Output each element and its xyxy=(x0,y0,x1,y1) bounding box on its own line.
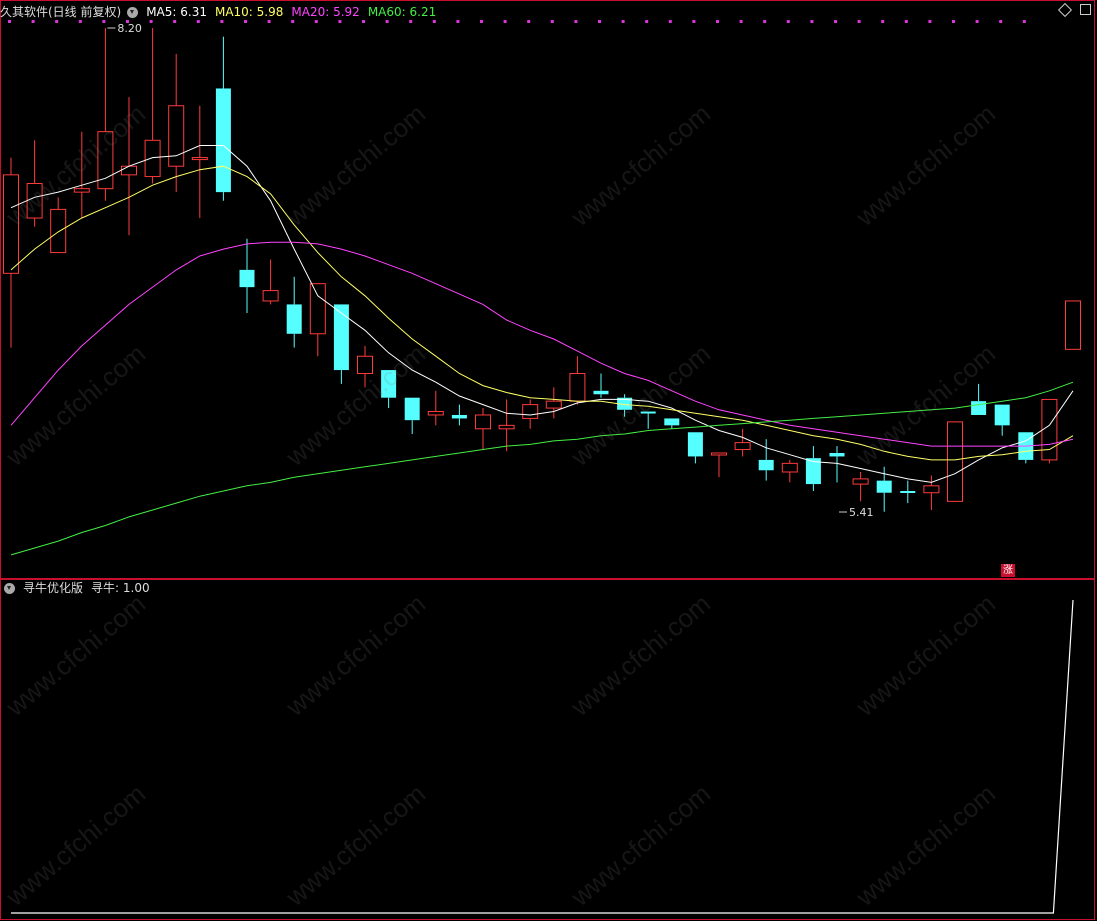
diamond-icon[interactable] xyxy=(1057,2,1073,17)
candle-body-down xyxy=(829,452,845,457)
marker-dot xyxy=(786,20,790,23)
candle-body-up xyxy=(711,452,727,456)
marker-dot xyxy=(975,20,979,23)
indicator-value: 寻牛: 1.00 xyxy=(91,581,150,595)
candle-body-up xyxy=(3,174,19,274)
ma10-label: MA10: 5.98 xyxy=(214,5,284,19)
candle-body-down xyxy=(664,418,680,426)
marker-dot xyxy=(739,20,743,23)
marker-dot xyxy=(550,20,554,23)
marker-dot xyxy=(1022,20,1026,23)
candle-body-down xyxy=(900,490,916,493)
candle-body-down xyxy=(994,404,1010,426)
chart-stage[interactable]: 8.20 5.41 久其软件(日线 前复权) MA5: 6.31 MA10: 5.… xyxy=(0,0,1097,921)
marker-dot xyxy=(810,20,814,23)
main-header: 久其软件(日线 前复权) MA5: 6.31 MA10: 5.98 MA20: … xyxy=(0,2,444,22)
marker-dot xyxy=(503,20,507,23)
candle-body-up xyxy=(1041,398,1058,461)
candle-body-down xyxy=(758,459,774,471)
marker-dot xyxy=(763,20,767,23)
candle-body-up xyxy=(191,157,208,161)
marker-dot xyxy=(527,20,531,23)
marker-dot xyxy=(904,20,908,23)
marker-dot xyxy=(716,20,719,23)
series-ma5-line xyxy=(10,145,1074,483)
candle-body-down xyxy=(971,401,987,415)
candle-body-up xyxy=(475,414,491,430)
marker-dot xyxy=(952,20,955,23)
maximize-icon[interactable] xyxy=(1080,4,1091,15)
candle-body-down xyxy=(593,390,609,395)
marker-dot xyxy=(834,20,837,23)
marker-dot xyxy=(598,20,601,23)
marker-dot xyxy=(881,20,885,23)
marker-dot xyxy=(857,20,861,23)
chevron-down-icon[interactable] xyxy=(4,582,15,594)
window-controls xyxy=(1057,2,1091,17)
marker-dot xyxy=(668,20,672,23)
ma60-label: MA60: 6.21 xyxy=(367,5,437,19)
candle-body-down xyxy=(876,480,892,493)
marker-dot xyxy=(621,20,625,23)
candle-body-up xyxy=(569,373,586,402)
marker-dot xyxy=(645,20,649,23)
candle-body-up xyxy=(923,485,940,494)
series-ma20-line xyxy=(10,241,1074,447)
candle-body-down xyxy=(215,88,231,193)
ma5-label: MA5: 6.31 xyxy=(146,5,207,19)
candle-body-up xyxy=(73,188,90,193)
candle-body-up xyxy=(947,421,963,502)
candle-body-down xyxy=(451,414,467,419)
marker-dot xyxy=(692,20,696,23)
candle-body-down xyxy=(687,432,703,457)
candlestick-chart[interactable]: 8.20 5.41 xyxy=(0,0,1097,921)
annotation-label: 8.20 xyxy=(117,22,141,35)
ma20-label: MA20: 5.92 xyxy=(291,5,360,19)
candle-body-up xyxy=(734,442,751,451)
candle-body-up xyxy=(168,105,185,167)
candle-body-up xyxy=(357,355,373,375)
candle-body-down xyxy=(286,304,302,334)
candle-body-down xyxy=(381,370,397,398)
candle-body-down xyxy=(640,411,656,414)
series-xunniu-line xyxy=(11,599,1074,914)
annotation-label: 5.41 xyxy=(849,506,874,519)
series-ma10-line xyxy=(10,165,1074,461)
candle-body-up xyxy=(427,411,444,416)
chevron-down-icon[interactable] xyxy=(127,6,139,18)
marker-dot xyxy=(928,20,932,23)
candle-body-down xyxy=(404,397,420,421)
candle-body-up xyxy=(852,478,869,485)
candle-body-up xyxy=(498,424,515,430)
marker-dot xyxy=(480,20,483,23)
candle-body-up xyxy=(262,290,279,302)
sub-header: 寻牛优化版 寻牛: 1.00 xyxy=(0,578,158,598)
series-ma60-line xyxy=(10,381,1074,556)
candle-body-up xyxy=(545,400,562,409)
marker-dot xyxy=(999,20,1003,23)
sub-panel-border xyxy=(0,579,1095,920)
rise-badge: 涨 xyxy=(1001,564,1015,577)
candle-body-up xyxy=(1065,300,1081,350)
candle-body-down xyxy=(239,269,255,288)
candle-body-up xyxy=(121,165,137,176)
candle-body-up xyxy=(50,208,67,254)
stock-title: 久其软件(日线 前复权) xyxy=(0,5,122,19)
marker-dot xyxy=(456,20,460,23)
candle-body-up xyxy=(26,182,43,219)
candle-body-down xyxy=(333,304,349,371)
candle-body-up xyxy=(522,404,539,419)
candle-body-up xyxy=(144,139,161,178)
marker-dot xyxy=(574,20,578,23)
indicator-title: 寻牛优化版 xyxy=(23,581,84,595)
candle-body-up xyxy=(781,462,798,473)
candle-body-up xyxy=(309,283,326,335)
